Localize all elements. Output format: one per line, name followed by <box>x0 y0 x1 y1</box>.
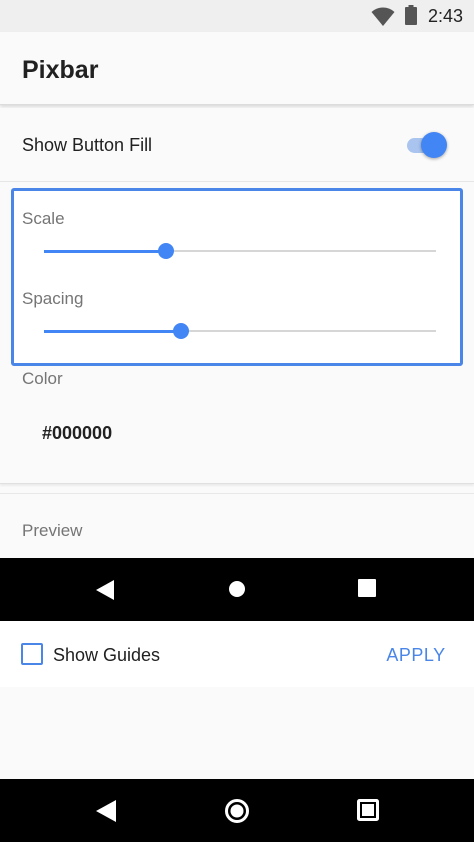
empty-area <box>0 687 474 779</box>
wifi-icon <box>371 7 395 26</box>
spacing-slider[interactable] <box>44 321 436 341</box>
spacing-label: Spacing <box>22 289 84 308</box>
show-guides-label[interactable]: Show Guides <box>53 645 160 666</box>
spacing-slider-fill <box>44 330 182 333</box>
battery-icon <box>405 5 417 25</box>
home-icon[interactable] <box>224 798 250 824</box>
back-icon[interactable] <box>96 800 116 822</box>
preview-navigation-bar <box>0 558 474 621</box>
apply-button[interactable]: APPLY <box>376 635 456 675</box>
scale-slider[interactable] <box>44 241 436 261</box>
show-button-fill-row[interactable]: Show Button Fill <box>0 108 474 182</box>
show-guides-checkbox[interactable] <box>21 643 43 665</box>
color-label: Color <box>22 369 63 388</box>
scale-label: Scale <box>22 209 65 228</box>
recents-icon[interactable] <box>357 799 379 821</box>
preview-label: Preview <box>22 521 83 540</box>
system-navigation-bar <box>0 779 474 842</box>
recents-icon[interactable] <box>358 579 376 597</box>
page-title: Pixbar <box>22 56 99 84</box>
home-icon[interactable] <box>229 581 245 597</box>
show-button-fill-label: Show Button Fill <box>22 135 153 155</box>
back-icon[interactable] <box>96 580 114 600</box>
scale-slider-thumb[interactable] <box>157 243 174 259</box>
scale-slider-fill <box>44 250 166 253</box>
status-bar: 2:43 <box>0 0 474 32</box>
color-section: Color #000000 <box>0 366 474 484</box>
guides-footer: Show Guides APPLY <box>0 621 474 687</box>
show-button-fill-switch[interactable] <box>405 131 449 159</box>
color-value[interactable]: #000000 <box>42 423 112 444</box>
app-bar: Pixbar <box>0 32 474 105</box>
spacing-slider-thumb[interactable] <box>173 323 190 339</box>
status-time: 2:43 <box>428 6 464 26</box>
switch-thumb[interactable] <box>421 132 447 158</box>
preview-section: Preview <box>0 493 474 558</box>
scale-spacing-card: Scale Spacing <box>11 188 463 366</box>
